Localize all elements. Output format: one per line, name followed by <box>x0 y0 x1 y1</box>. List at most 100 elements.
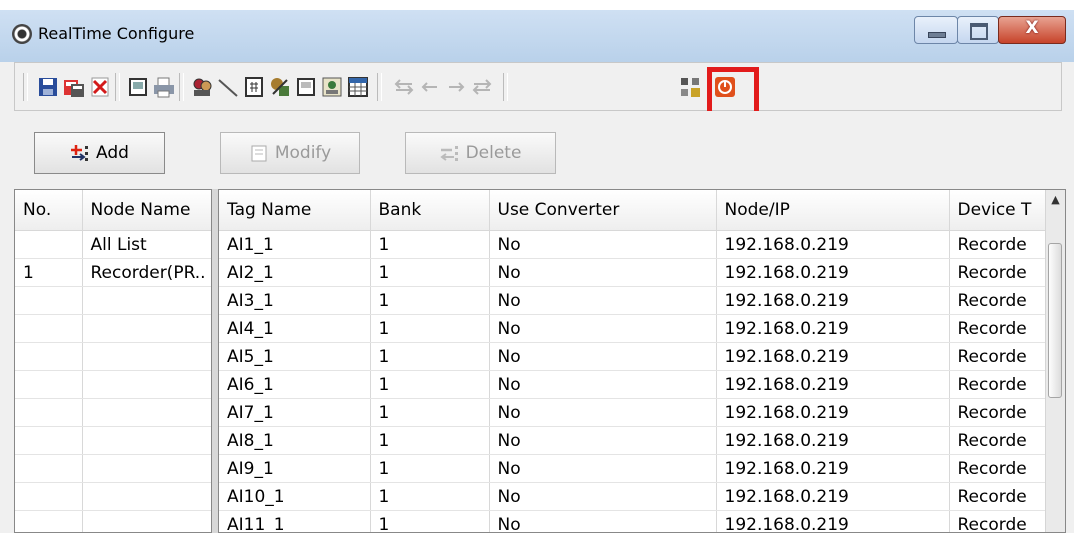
save-as-icon[interactable] <box>63 76 85 98</box>
toolbar-separator <box>115 73 120 101</box>
toolbar-separator <box>377 73 382 101</box>
use-converter-cell: No <box>489 426 717 455</box>
form-icon[interactable] <box>295 76 317 98</box>
search-tags-icon[interactable] <box>191 76 213 98</box>
title-bar[interactable]: RealTime Configure X <box>0 10 1074 62</box>
node-number-cell <box>15 510 83 532</box>
node-number-cell <box>15 398 83 427</box>
line-tool-icon[interactable] <box>217 76 239 98</box>
close-button[interactable]: X <box>998 16 1066 44</box>
bank-cell: 1 <box>370 398 490 427</box>
tag-name-cell: AI5_1 <box>219 342 371 371</box>
node-name-cell: Recorder(PR.. <box>82 258 211 287</box>
column-header-use-converter[interactable]: Use Converter <box>489 190 717 231</box>
tag-row[interactable]: AI4_1 1 No 192.168.0.219 Recorde <box>219 314 1065 343</box>
column-header-node-name[interactable]: Node Name <box>82 190 211 231</box>
table-icon[interactable] <box>347 76 369 98</box>
tag-row[interactable]: AI1_1 1 No 192.168.0.219 Recorde <box>219 230 1065 259</box>
tag-row[interactable]: AI11_1 1 No 192.168.0.219 Recorde <box>219 510 1065 532</box>
delete-label: Delete <box>465 143 522 163</box>
use-converter-cell: No <box>489 286 717 315</box>
node-number-cell <box>15 314 83 343</box>
vertical-scrollbar[interactable]: ▲ <box>1045 190 1065 532</box>
tag-row[interactable]: AI7_1 1 No 192.168.0.219 Recorde <box>219 398 1065 427</box>
node-number-cell <box>15 342 83 371</box>
use-converter-cell: No <box>489 454 717 483</box>
modify-icon <box>249 144 269 162</box>
action-bar: Add Modify Delete <box>0 111 1074 189</box>
add-button[interactable]: Add <box>34 132 165 174</box>
print-icon[interactable] <box>153 76 175 98</box>
node-name-cell <box>82 426 211 455</box>
arrow-left-icon <box>419 76 441 98</box>
use-converter-cell: No <box>489 230 717 259</box>
node-row[interactable] <box>15 286 211 315</box>
node-ip-cell: 192.168.0.219 <box>716 454 950 483</box>
node-row[interactable] <box>15 398 211 427</box>
tag-name-cell: AI6_1 <box>219 370 371 399</box>
image-icon[interactable] <box>321 76 343 98</box>
use-converter-cell: No <box>489 370 717 399</box>
tag-list-panel: Tag Name Bank Use Converter Node/IP Devi… <box>218 189 1066 533</box>
scroll-thumb[interactable] <box>1048 243 1062 398</box>
tag-table: Tag Name Bank Use Converter Node/IP Devi… <box>219 190 1065 532</box>
use-converter-cell: No <box>489 510 717 532</box>
column-header-tag-name[interactable]: Tag Name <box>219 190 371 231</box>
scroll-up-arrow-icon[interactable]: ▲ <box>1046 190 1065 210</box>
tag-row[interactable]: AI8_1 1 No 192.168.0.219 Recorde <box>219 426 1065 455</box>
column-header-bank[interactable]: Bank <box>370 190 490 231</box>
column-header-no[interactable]: No. <box>15 190 83 231</box>
delete-file-icon[interactable] <box>89 76 111 98</box>
tag-row[interactable]: AI5_1 1 No 192.168.0.219 Recorde <box>219 342 1065 371</box>
node-name-cell <box>82 398 211 427</box>
tag-name-cell: AI4_1 <box>219 314 371 343</box>
window-title: RealTime Configure <box>38 24 195 43</box>
node-ip-cell: 192.168.0.219 <box>716 314 950 343</box>
node-row[interactable] <box>15 342 211 371</box>
tag-name-cell: AI2_1 <box>219 258 371 287</box>
node-ip-cell: 192.168.0.219 <box>716 510 950 532</box>
minimize-button[interactable] <box>914 16 958 44</box>
node-list-panel: No. Node Name All List 1 Recorder(PR.. <box>14 189 212 533</box>
node-row[interactable] <box>15 314 211 343</box>
node-number-cell: 1 <box>15 258 83 287</box>
calc-icon[interactable] <box>243 76 265 98</box>
bank-cell: 1 <box>370 426 490 455</box>
node-ip-cell: 192.168.0.219 <box>716 342 950 371</box>
node-row[interactable]: 1 Recorder(PR.. <box>15 258 211 287</box>
tag-row[interactable]: AI10_1 1 No 192.168.0.219 Recorde <box>219 482 1065 511</box>
node-name-cell <box>82 286 211 315</box>
tag-row[interactable]: AI9_1 1 No 192.168.0.219 Recorde <box>219 454 1065 483</box>
delete-button[interactable]: Delete <box>405 132 556 174</box>
toolbar-separator <box>179 73 184 101</box>
align-right-icon <box>471 76 493 98</box>
node-name-cell <box>82 482 211 511</box>
tag-row[interactable]: AI2_1 1 No 192.168.0.219 Recorde <box>219 258 1065 287</box>
node-row[interactable]: All List <box>15 230 211 259</box>
tag-name-cell: AI11_1 <box>219 510 371 532</box>
node-row[interactable] <box>15 370 211 399</box>
modify-button[interactable]: Modify <box>220 132 360 174</box>
node-row[interactable] <box>15 454 211 483</box>
node-row[interactable] <box>15 426 211 455</box>
node-name-cell <box>82 510 211 532</box>
column-header-node-ip[interactable]: Node/IP <box>716 190 950 231</box>
node-ip-cell: 192.168.0.219 <box>716 426 950 455</box>
node-row[interactable] <box>15 510 211 532</box>
save-icon[interactable] <box>37 76 59 98</box>
toolbar-grip[interactable] <box>23 73 28 101</box>
network-icon[interactable] <box>679 76 701 98</box>
bank-cell: 1 <box>370 370 490 399</box>
page-setup-icon[interactable] <box>127 76 149 98</box>
maximize-button[interactable] <box>957 16 999 44</box>
tag-row[interactable]: AI3_1 1 No 192.168.0.219 Recorde <box>219 286 1065 315</box>
tag-name-cell: AI9_1 <box>219 454 371 483</box>
bank-cell: 1 <box>370 230 490 259</box>
tag-name-cell: AI1_1 <box>219 230 371 259</box>
tag-row[interactable]: AI6_1 1 No 192.168.0.219 Recorde <box>219 370 1065 399</box>
node-number-cell <box>15 230 83 259</box>
bank-cell: 1 <box>370 314 490 343</box>
bank-cell: 1 <box>370 510 490 532</box>
settings-icon[interactable] <box>269 76 291 98</box>
node-row[interactable] <box>15 482 211 511</box>
